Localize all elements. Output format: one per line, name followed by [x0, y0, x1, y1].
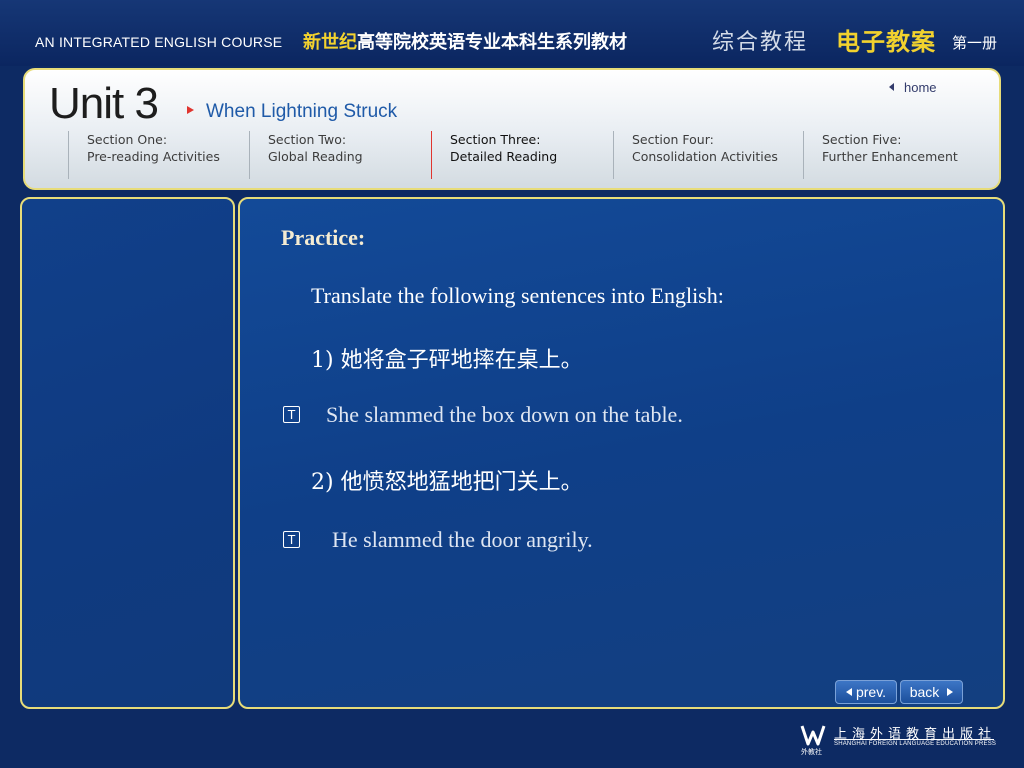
answer-toggle-icon[interactable]: T — [283, 406, 300, 423]
tab-section-four[interactable]: Section Four: Consolidation Activities — [613, 131, 778, 179]
publisher-name-en: SHANGHAI FOREIGN LANGUAGE EDUCATION PRES… — [834, 741, 997, 747]
tab-section-one-title: Section One: — [87, 132, 168, 147]
publisher-logo-block: 外教社 上海外语教育出版社 SHANGHAI FOREIGN LANGUAGE … — [800, 722, 1000, 756]
prev-label: prev. — [855, 684, 887, 700]
tab-section-two-title: Section Two: — [268, 132, 347, 147]
back-label: back — [909, 684, 940, 700]
prev-button[interactable]: prev. — [835, 680, 897, 704]
tab-section-three-title: Section Three: — [450, 132, 541, 147]
content-panel: Practice: Translate the following senten… — [238, 197, 1005, 709]
home-label: home — [904, 80, 937, 95]
publisher-logo-caption: 外教社 — [801, 747, 822, 756]
question-2: 2) 他愤怒地猛地把门关上。 — [311, 470, 583, 495]
series-title-highlight: 新世纪 — [303, 32, 357, 53]
tab-section-one-subtitle: Pre-reading Activities — [87, 149, 220, 164]
practice-heading: Practice: — [281, 225, 366, 250]
arrow-right-icon — [947, 688, 954, 696]
series-title-rest: 高等院校英语专业本科生系列教材 — [357, 32, 627, 53]
tab-section-two[interactable]: Section Two: Global Reading — [249, 131, 363, 179]
tab-section-four-title: Section Four: — [632, 132, 714, 147]
textbook-name: 综合教程 — [712, 30, 809, 55]
home-link[interactable]: home — [889, 80, 937, 95]
tab-section-five-subtitle: Further Enhancement — [822, 149, 958, 164]
answer-1: She slammed the box down on the table. — [326, 402, 683, 427]
unit-title: Unit 3 — [49, 79, 159, 128]
tab-section-four-subtitle: Consolidation Activities — [632, 149, 778, 164]
arrow-left-icon — [889, 83, 894, 91]
tab-section-three-subtitle: Detailed Reading — [450, 149, 558, 164]
tab-section-three[interactable]: Section Three: Detailed Reading — [431, 131, 557, 179]
answer-toggle-icon[interactable]: T — [283, 531, 300, 548]
tab-section-two-subtitle: Global Reading — [268, 149, 363, 164]
tab-section-five[interactable]: Section Five: Further Enhancement — [803, 131, 958, 179]
left-side-panel — [20, 197, 235, 709]
publisher-logo-icon: 外教社 — [800, 725, 826, 756]
lesson-title: When Lightning Struck — [206, 101, 398, 122]
volume-label: 第一册 — [952, 34, 998, 52]
answer-2: He slammed the door angrily. — [332, 527, 593, 552]
unit-header-panel: Unit 3 When Lightning Struck home Sectio… — [23, 68, 1001, 190]
back-button[interactable]: back — [900, 680, 963, 704]
publisher-divider — [834, 739, 994, 740]
series-title: 新世纪高等院校英语专业本科生系列教材 — [303, 28, 627, 54]
tab-section-one[interactable]: Section One: Pre-reading Activities — [68, 131, 220, 179]
arrow-left-icon — [845, 688, 852, 696]
tab-section-five-title: Section Five: — [822, 132, 902, 147]
courseware-label: 电子教案 — [836, 28, 936, 56]
subtitle-arrow-icon — [187, 106, 194, 114]
instruction-text: Translate the following sentences into E… — [311, 283, 724, 308]
course-title: AN INTEGRATED ENGLISH COURSE — [35, 34, 283, 50]
top-banner: AN INTEGRATED ENGLISH COURSE 新世纪高等院校英语专业… — [0, 0, 1024, 66]
question-1: 1) 她将盒子砰地摔在桌上。 — [311, 348, 583, 373]
